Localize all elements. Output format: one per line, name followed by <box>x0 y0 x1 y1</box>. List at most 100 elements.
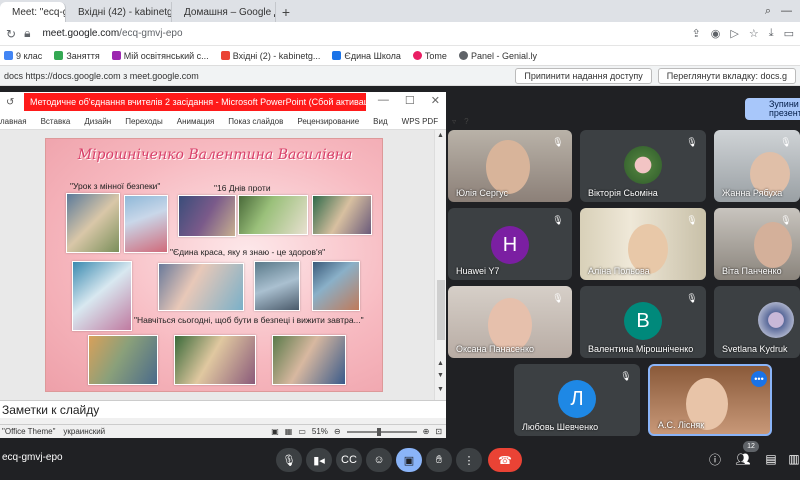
bookmark-item[interactable]: Єдина Школа <box>332 51 401 61</box>
leave-call-button[interactable]: ☎ <box>488 448 522 472</box>
bookmark-label: Tome <box>424 50 447 61</box>
slide-pane: Мірошніченко Валентина Василівна "Урок з… <box>0 130 446 400</box>
ribbon-tab-insert[interactable]: Вставка <box>41 117 71 126</box>
minimize-icon[interactable]: — <box>781 5 792 18</box>
bookmark-item[interactable]: Tome <box>412 50 447 61</box>
participant-tile[interactable]: 🎙︎ Вікторія Сьоміна <box>580 130 706 202</box>
download-icon[interactable]: ⤓ <box>769 27 774 40</box>
ribbon-tab-slideshow[interactable]: Показ слайдов <box>228 117 283 126</box>
participant-name: Жанна Рябуха <box>722 188 783 198</box>
bookmarks-bar: 9 клас Заняття Мій освітянський с... Вхі… <box>0 46 800 66</box>
ribbon-collapse-icon[interactable]: ▿ <box>452 117 456 126</box>
prev-slide-icon[interactable]: ▲ <box>437 360 444 367</box>
participant-tile[interactable]: 🎙︎ Аліна Польова <box>580 208 706 280</box>
normal-view-icon[interactable]: ▣ <box>271 427 279 436</box>
scroll-thumb[interactable] <box>437 280 445 340</box>
mic-off-icon: 🎙︎ <box>686 293 698 303</box>
reload-icon[interactable]: ↻ <box>6 27 16 41</box>
stop-sharing-button[interactable]: Припинити надання доступу <box>515 67 652 84</box>
more-options-icon[interactable]: ••• <box>751 371 767 387</box>
bookmark-label: Panel - Genial.ly <box>470 50 537 61</box>
bookmark-item[interactable]: Вхідні (2) - kabinetg... <box>220 51 320 61</box>
camera-button[interactable]: ▮◂ <box>306 448 332 472</box>
people-button[interactable]: 👥︎ <box>734 450 752 468</box>
ribbon-tab-transitions[interactable]: Переходы <box>125 117 163 126</box>
captions-icon: CC <box>341 454 357 466</box>
url-field[interactable]: meet.google.com/ecq-gmvj-epo <box>42 28 182 39</box>
status-language: украинский <box>63 427 106 436</box>
vertical-scrollbar[interactable]: ▲ ▲ ▼ ▼ <box>434 130 446 400</box>
participant-tile[interactable]: 🎙︎ Віта Панченко <box>714 208 800 280</box>
zoom-in-icon[interactable]: ⊕ <box>423 427 430 436</box>
participant-tile[interactable]: Л 🎙︎ Любовь Шевченко <box>514 364 640 436</box>
bookmark-label: Єдина Школа <box>344 50 401 61</box>
fit-window-icon[interactable]: ⊡ <box>435 427 442 436</box>
captions-button[interactable]: CC <box>336 448 362 472</box>
notes-pane[interactable]: Заметки к слайду <box>0 400 446 418</box>
bookmark-star-icon[interactable]: ☆ <box>749 27 759 40</box>
tab-meet[interactable]: Meet: "ecq-gmvj ✕ <box>0 2 66 22</box>
ribbon-tab-view[interactable]: Вид <box>373 117 387 126</box>
powerpoint-window: ↺ Методичне об'єднання вчителів 2 засіда… <box>0 92 469 438</box>
ppt-minimize-icon[interactable]: — <box>378 94 389 107</box>
hand-icon: ✋︎ <box>435 453 443 466</box>
slideshow-view-icon[interactable]: ▭ <box>298 427 306 436</box>
tab-drive[interactable]: Домашня – Google Диск ✕ <box>172 2 276 22</box>
participant-tile[interactable]: Svetlana Kydruk <box>714 286 800 358</box>
share-info-text: docs https://docs.google.com з meet.goog… <box>4 70 199 81</box>
cast-icon[interactable]: ▷ <box>730 27 738 40</box>
ribbon-tab-animation[interactable]: Анимация <box>177 117 215 126</box>
more-actions-button[interactable]: ⋮ <box>456 448 482 472</box>
meeting-info-button[interactable]: ⓘ <box>706 450 724 468</box>
participant-tile[interactable]: В 🎙︎ Валентина Мірошніченко <box>580 286 706 358</box>
activities-button[interactable]: ▥ <box>788 450 800 468</box>
stop-presenting-chip[interactable]: Зупини презента <box>745 98 800 120</box>
ppt-maximize-icon[interactable]: ☐ <box>405 94 415 107</box>
ribbon-tab-review[interactable]: Рецензирование <box>297 117 359 126</box>
emoji-icon: ☺ <box>373 454 385 466</box>
ribbon-tab-design[interactable]: Дизайн <box>84 117 111 126</box>
search-tabs-icon[interactable]: ⌕ <box>765 5 771 18</box>
scroll-up-icon[interactable]: ▲ <box>437 132 444 139</box>
zoom-out-icon[interactable]: ⊖ <box>334 427 341 436</box>
lock-icon[interactable]: 🔒︎ <box>24 26 30 41</box>
participant-tile[interactable]: 🎙︎ Оксана Панасенко <box>448 286 572 358</box>
tab-gmail[interactable]: Вхідні (42) - kabinetgeo ✕ <box>66 2 172 22</box>
share-icon[interactable]: ⇪ <box>692 27 701 40</box>
ribbon-tab-home[interactable]: лавная <box>0 117 27 126</box>
bookmark-item[interactable]: Заняття <box>54 51 100 61</box>
mic-off-icon: 🎙︎ <box>620 371 632 381</box>
present-button[interactable]: ▣ <box>396 448 422 472</box>
participant-tile[interactable]: H 🎙︎ Huawei Y7 <box>448 208 572 280</box>
help-icon[interactable]: ? <box>464 117 468 126</box>
bookmark-favicon-icon <box>332 51 342 60</box>
participant-video <box>754 222 792 268</box>
bookmark-item[interactable]: 9 клас <box>4 51 42 61</box>
reactions-button[interactable]: ☺ <box>366 448 392 472</box>
microphone-button[interactable]: 🎙︎ <box>276 448 302 472</box>
participant-tile[interactable]: 🎙︎ Юлія Сергус <box>448 130 572 202</box>
participant-video <box>486 140 530 194</box>
zoom-level[interactable]: 51% <box>312 427 328 436</box>
tab-drive-label: Домашня – Google Диск <box>184 6 275 18</box>
scroll-down-icon[interactable]: ▼ <box>437 386 444 393</box>
ppt-close-icon[interactable]: ✕ <box>431 94 440 107</box>
ribbon-tab-wps-pdf[interactable]: WPS PDF <box>402 117 438 126</box>
participant-tile[interactable]: 🎙︎ Жанна Рябуха <box>714 130 800 202</box>
sorter-view-icon[interactable]: ▦ <box>285 427 293 436</box>
new-tab-button[interactable]: + <box>276 2 296 22</box>
slide: Мірошніченко Валентина Василівна "Урок з… <box>45 138 383 392</box>
undo-icon[interactable]: ↺ <box>6 97 14 108</box>
participant-name: Аліна Польова <box>588 266 650 276</box>
raise-hand-button[interactable]: ✋︎ <box>426 448 452 472</box>
zoom-slider[interactable] <box>346 427 417 436</box>
window-icon[interactable]: ▭ <box>784 27 794 40</box>
view-tab-button[interactable]: Переглянути вкладку: docs.g <box>657 67 796 84</box>
camera-icon[interactable]: ◉ <box>711 27 721 40</box>
bookmark-item[interactable]: Мій освітянський с... <box>111 51 209 61</box>
next-slide-icon[interactable]: ▼ <box>437 372 444 379</box>
slide-photo <box>72 261 132 331</box>
chat-button[interactable]: ▤ <box>762 450 780 468</box>
bookmark-item[interactable]: Panel - Genial.ly <box>458 50 537 61</box>
meeting-code: ecq-gmvj-epo <box>2 452 63 463</box>
